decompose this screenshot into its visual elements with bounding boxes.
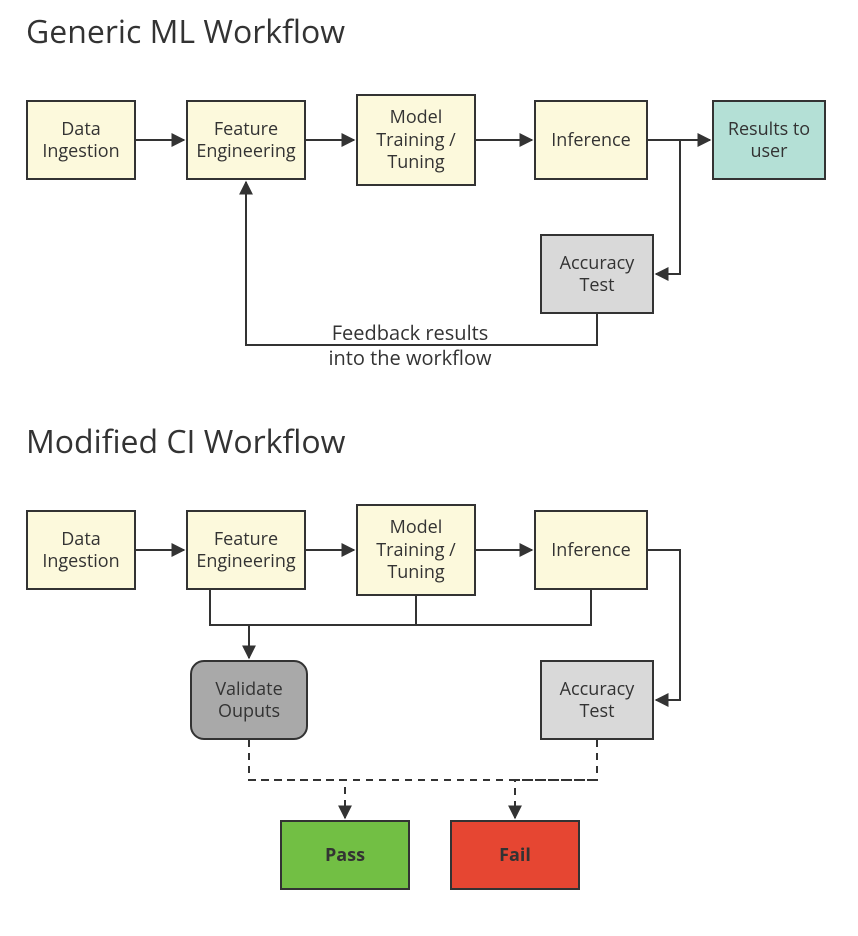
- box2-pass: Pass: [280, 820, 410, 890]
- box-inference: Inference: [534, 100, 648, 180]
- arrow2-feature-to-validate: [210, 590, 249, 658]
- box2-data-ingestion: DataIngestion: [26, 510, 136, 590]
- feedback-label: Feedback resultsinto the workflow: [300, 320, 520, 370]
- box2-fail: Fail: [450, 820, 580, 890]
- box2-feature-engineering: FeatureEngineering: [186, 510, 306, 590]
- section-title-modified: Modified CI Workflow: [26, 420, 345, 463]
- box-feature-engineering: FeatureEngineering: [186, 100, 306, 180]
- box-data-ingestion: DataIngestion: [26, 100, 136, 180]
- box2-model-training: ModelTraining /Tuning: [356, 504, 476, 596]
- arrow2-training-to-validate: [249, 596, 416, 625]
- box2-validate-outputs: ValidateOuputs: [190, 660, 308, 740]
- box-results-to-user: Results touser: [712, 100, 826, 180]
- section-title-generic: Generic ML Workflow: [26, 10, 345, 53]
- box2-accuracy-test: AccuracyTest: [540, 660, 654, 740]
- arrow2-validate-to-pass: [249, 740, 345, 818]
- box-model-training: ModelTraining /Tuning: [356, 94, 476, 186]
- arrow-inference-to-accuracy: [656, 140, 680, 274]
- box-accuracy-test: AccuracyTest: [540, 234, 654, 314]
- arrow2-accuracy-to-fail: [515, 740, 597, 818]
- box2-inference: Inference: [534, 510, 648, 590]
